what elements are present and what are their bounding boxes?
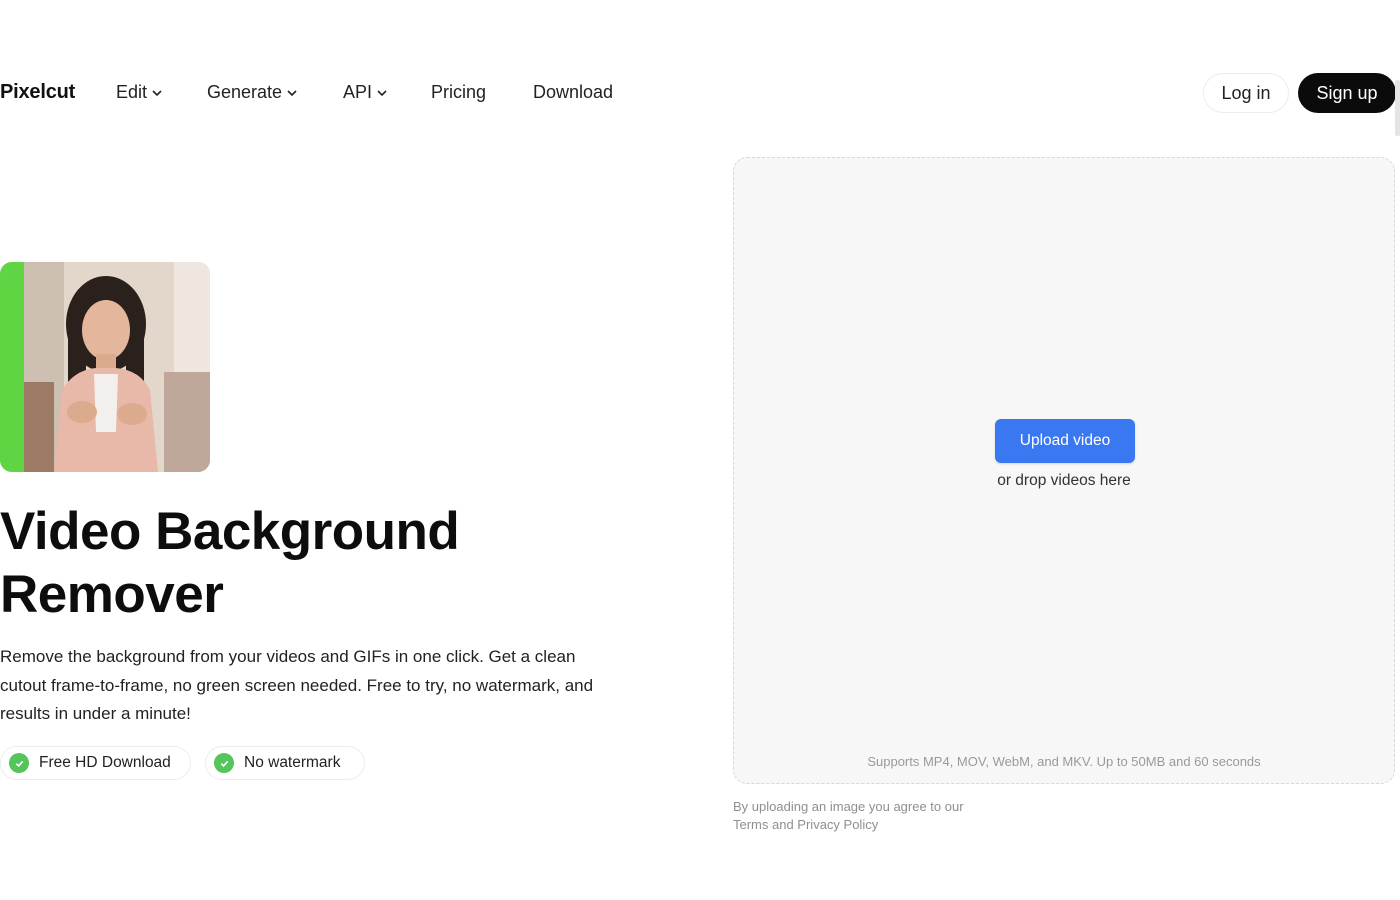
nav-generate-label: Generate	[207, 82, 283, 102]
green-screen-strip	[0, 262, 24, 472]
nav-api-label: API	[343, 82, 373, 102]
top-navigation: Pixelcut Edit Generate API Pricing Downl…	[0, 72, 1400, 114]
chevron-down-icon	[152, 89, 162, 96]
nav-download-link[interactable]: Download	[533, 82, 613, 103]
pixelcut-logo[interactable]: Pixelcut	[0, 81, 75, 104]
chevron-down-icon	[377, 89, 387, 96]
badge-label: Free HD Download	[39, 754, 171, 771]
nav-edit-menu[interactable]: Edit	[116, 82, 163, 103]
badge-label: No watermark	[244, 754, 341, 771]
hero-description: Remove the background from your videos a…	[0, 647, 594, 723]
badge-free-hd-download: Free HD Download	[0, 746, 191, 780]
drop-hint-text: or drop videos here	[997, 472, 1131, 489]
check-icon	[214, 753, 234, 773]
chevron-down-icon	[287, 89, 297, 96]
woman-speaking-image	[24, 262, 210, 472]
check-icon	[9, 753, 29, 773]
badge-no-watermark: No watermark	[205, 746, 365, 780]
nav-pricing-link[interactable]: Pricing	[431, 82, 486, 103]
nav-generate-menu[interactable]: Generate	[207, 82, 298, 103]
upload-video-button[interactable]: Upload video	[995, 419, 1135, 463]
hero-video-preview	[0, 262, 210, 472]
scrollbar-thumb[interactable]	[1395, 80, 1400, 136]
nav-edit-label: Edit	[116, 82, 148, 102]
page-title: Video Background Remover	[0, 502, 460, 624]
supported-formats-text: Supports MP4, MOV, WebM, and MKV. Up to …	[867, 754, 1261, 769]
signup-button[interactable]: Sign up	[1298, 73, 1396, 113]
login-button[interactable]: Log in	[1203, 73, 1289, 113]
terms-notice: By uploading an image you agree to our T…	[733, 799, 964, 832]
video-drop-zone[interactable]: Upload video or drop videos here Support…	[733, 157, 1395, 784]
nav-api-menu[interactable]: API	[343, 82, 388, 103]
